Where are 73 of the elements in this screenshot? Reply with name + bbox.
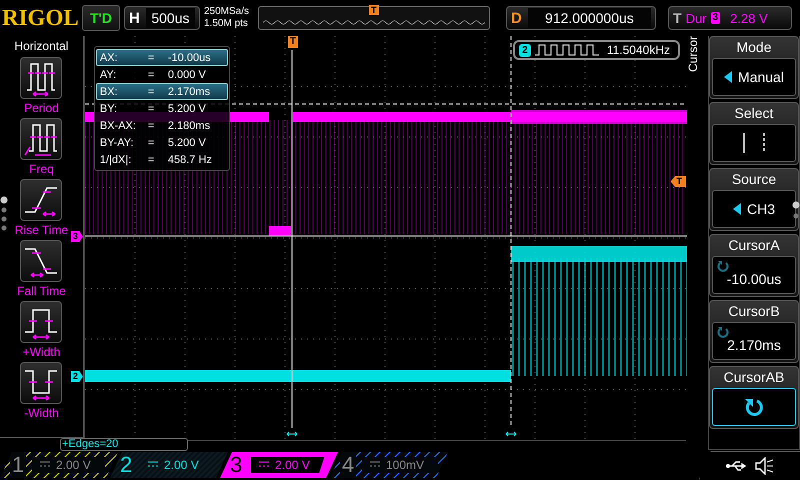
readout-value: 5.200 V: [168, 136, 206, 150]
readout-label: AY:: [100, 68, 118, 82]
measure-label: -Width: [24, 406, 59, 420]
channel-badge: 2: [518, 44, 531, 56]
menu-item[interactable]: Select: [709, 102, 799, 165]
measure-label: Rise Time: [14, 223, 68, 237]
readout-sign: =: [148, 152, 156, 166]
channel-tab[interactable]: 2 2.00 V: [110, 452, 228, 478]
readout-sign: =: [148, 50, 156, 64]
sample-rate: 250MSa/s: [204, 6, 250, 18]
channel-tab[interactable]: 4 100mV: [330, 452, 448, 478]
readout-label: BX-AX:: [100, 118, 137, 132]
channel-tab[interactable]: 1 2.00 V: [0, 452, 118, 478]
timebase-value: 500us: [146, 8, 195, 28]
readout-label: AX:: [100, 50, 119, 64]
measurement-status: +Edges=20: [60, 438, 188, 451]
channel-scale: 2.00 V: [275, 458, 310, 472]
menu-item-label: CursorB: [728, 303, 780, 319]
channel-marker: 2: [70, 371, 83, 382]
menu-item[interactable]: CursorA -10.00us: [709, 234, 799, 297]
readout-sign: =: [148, 136, 156, 150]
menu-item[interactable]: Mode Manual: [709, 36, 799, 99]
menu-item-label: CursorAB: [724, 369, 784, 385]
readout-label: BX:: [100, 84, 119, 98]
channel-scale: 2.00 V: [56, 458, 91, 472]
menu-item[interactable]: CursorAB: [709, 366, 799, 429]
memory-depth: 1.50M pts: [204, 18, 249, 30]
measure-label: Fall Time: [17, 284, 66, 298]
readout-label: BY-AY:: [100, 136, 135, 150]
trigger-label: T: [673, 10, 682, 26]
channel-scale: 2.00 V: [164, 458, 199, 472]
readout-value: 5.200 V: [168, 102, 206, 116]
readout-sign: =: [148, 84, 156, 98]
menu-item-label: Mode: [736, 39, 772, 55]
trigger-type: Dur: [686, 10, 707, 26]
channel-marker: 3: [70, 231, 83, 242]
run-state: T'D: [82, 5, 120, 31]
menu-item-value: Manual: [738, 69, 784, 85]
trigger-level-marker: T: [670, 176, 686, 187]
delay-label: D: [511, 10, 522, 26]
menu-title: Cursor: [686, 36, 701, 74]
channel-tab[interactable]: 3 2.00 V: [220, 452, 338, 478]
trigger-position-marker: T: [369, 5, 378, 15]
delay-value: 912.000000us: [528, 8, 651, 28]
readout-sign: =: [148, 102, 156, 116]
readout-value: 458.7 Hz: [168, 152, 212, 166]
readout-value: -10.00us: [168, 50, 211, 64]
readout-value: 2.170ms: [168, 84, 210, 98]
brand-logo: RIGOL: [2, 5, 78, 31]
menu-item-label: CursorA: [728, 237, 780, 253]
readout-sign: =: [148, 68, 156, 82]
measure-label: Freq: [29, 162, 54, 176]
measure-label: Period: [24, 101, 59, 115]
menu-item-value: CH3: [746, 201, 775, 217]
frequency-value: 11.5040kHz: [606, 43, 670, 57]
menu-item[interactable]: CursorB 2.170ms: [709, 300, 799, 363]
readout-label: 1/|dX|:: [100, 152, 132, 166]
measure-label: +Width: [22, 345, 60, 359]
panel-title: Horizontal: [14, 39, 68, 53]
readout-sign: =: [148, 118, 156, 132]
timebase-label: H: [129, 10, 140, 26]
menu-item[interactable]: Source CH3: [709, 168, 799, 231]
menu-item-value: -10.00us: [726, 271, 782, 287]
menu-item-label: Select: [734, 105, 774, 121]
readout-label: BY:: [100, 102, 118, 116]
menu-item-value: 2.170ms: [727, 337, 781, 353]
menu-item-label: Source: [732, 171, 776, 187]
readout-value: 0.000 V: [168, 68, 206, 82]
channel-scale: 100mV: [386, 458, 424, 472]
trigger-position-marker: T: [288, 36, 298, 48]
trigger-source-badge: 3: [710, 12, 720, 24]
trigger-level: 2.28 V: [730, 10, 768, 26]
readout-value: 2.180ms: [168, 118, 210, 132]
